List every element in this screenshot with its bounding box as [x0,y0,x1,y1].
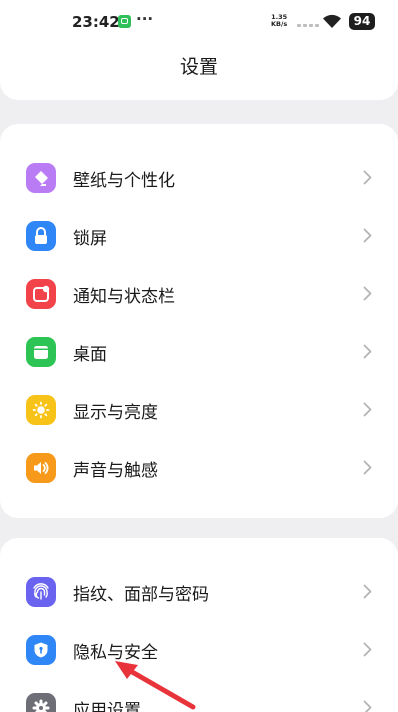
settings-group-display: 壁纸与个性化 锁屏 通知与状态栏 桌面 显示与亮度 声音与触感 [0,124,398,518]
gear-icon [26,693,56,712]
brightness-icon [26,395,56,425]
palette-icon [26,163,56,193]
settings-item-label: 声音与触感 [73,461,158,481]
settings-item-label: 壁纸与个性化 [73,171,175,191]
chevron-right-icon [363,170,372,185]
settings-item-display[interactable]: 显示与亮度 [0,380,398,438]
network-speed-unit: KB/s [271,20,288,28]
settings-item-fingerprint[interactable]: 指纹、面部与密码 [0,562,398,620]
more-notifications-icon: ··· [136,10,154,28]
status-bar: 23:42 ··· 1.35 KB/s 94 [0,0,398,44]
status-time: 23:42 [72,13,120,31]
fingerprint-icon [26,577,56,607]
settings-item-label: 通知与状态栏 [73,287,175,307]
wifi-icon [323,14,341,28]
chevron-right-icon [363,642,372,657]
settings-item-label: 显示与亮度 [73,403,158,423]
battery-icon: 94 [349,13,375,30]
desktop-icon [26,337,56,367]
network-speed: 1.35 KB/s [271,14,287,28]
settings-item-notifications[interactable]: 通知与状态栏 [0,264,398,322]
chevron-right-icon [363,228,372,243]
lock-icon [26,221,56,251]
settings-item-desktop[interactable]: 桌面 [0,322,398,380]
chevron-right-icon [363,344,372,359]
app-notification-icon [118,15,131,28]
settings-item-label: 指纹、面部与密码 [73,585,209,605]
annotation-arrow-icon [115,661,196,710]
settings-item-lockscreen[interactable]: 锁屏 [0,206,398,264]
chevron-right-icon [363,700,372,712]
signal-icon [297,24,319,28]
settings-item-label: 锁屏 [73,229,107,249]
notification-icon [26,279,56,309]
settings-item-sound[interactable]: 声音与触感 [0,438,398,496]
settings-item-wallpaper[interactable]: 壁纸与个性化 [0,148,398,206]
chevron-right-icon [363,286,372,301]
settings-item-label: 桌面 [73,345,107,365]
chevron-right-icon [363,584,372,599]
chevron-right-icon [363,460,372,475]
page-title: 设置 [179,56,218,78]
shield-icon [26,635,56,665]
header-area: 23:42 ··· 1.35 KB/s 94 设置 [0,0,398,100]
sound-icon [26,453,56,483]
chevron-right-icon [363,402,372,417]
